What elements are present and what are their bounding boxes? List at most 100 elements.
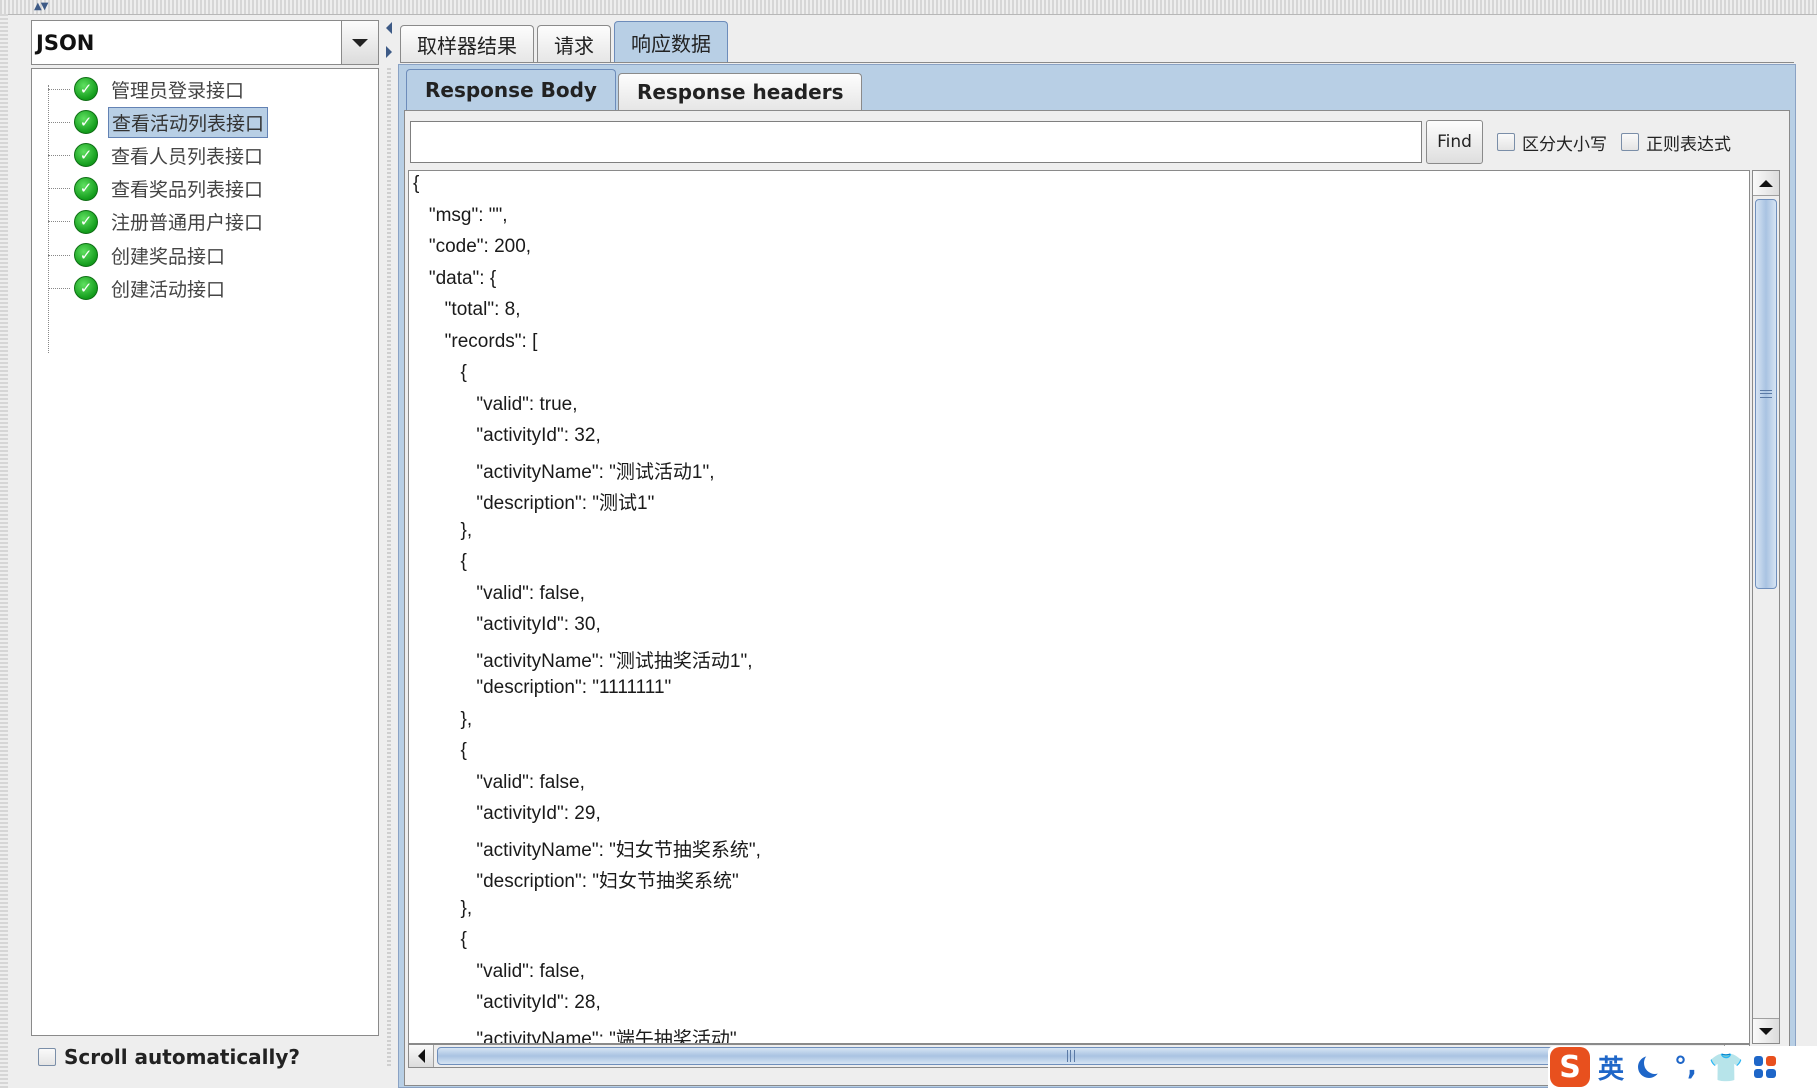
arrow-left-icon xyxy=(417,1049,425,1063)
response-line: }, xyxy=(413,708,473,730)
tree-connector xyxy=(48,154,70,156)
response-line: "valid": false, xyxy=(413,771,585,793)
response-line: "activityName": "测试抽奖活动1", xyxy=(413,650,753,672)
tree-connector xyxy=(48,188,70,190)
response-subtabs: Response Body Response headers xyxy=(406,69,864,110)
regex-checkbox[interactable] xyxy=(1621,133,1639,151)
response-line: "activityId": 32, xyxy=(413,425,601,446)
tree-item-label: 查看活动列表接口 xyxy=(108,106,269,138)
success-check-icon: ✓ xyxy=(74,209,98,234)
renderer-select-dropdown-button[interactable] xyxy=(341,21,378,64)
response-line: "activityId": 29, xyxy=(413,803,601,824)
case-sensitive-checkbox[interactable] xyxy=(1497,133,1515,151)
scroll-automatically-label: Scroll automatically? xyxy=(64,1045,301,1069)
success-check-icon: ✓ xyxy=(74,77,98,101)
ime-toolbar[interactable]: S 英 °, 👕 xyxy=(1548,1046,1817,1088)
response-line: "description": "测试1" xyxy=(413,493,655,514)
tab-response-headers[interactable]: Response headers xyxy=(617,73,863,110)
tab-sampler-result[interactable]: 取样器结果 xyxy=(400,25,534,62)
response-line: { xyxy=(413,173,420,194)
grip-icon xyxy=(1760,390,1772,398)
tab-request[interactable]: 请求 xyxy=(537,25,611,62)
vertical-scroll-thumb[interactable] xyxy=(1755,199,1777,589)
response-line: "activityName": "端午抽奖活动" xyxy=(413,1028,737,1044)
horizontal-scroll-thumb[interactable] xyxy=(437,1047,1705,1065)
tree-item[interactable]: ✓ 查看奖品列表接口 xyxy=(48,174,266,204)
apps-grid-icon[interactable] xyxy=(1753,1056,1776,1078)
vertical-splitter[interactable] xyxy=(384,16,396,1088)
collapse-arrows-icon[interactable]: ▲▼ xyxy=(34,1,48,12)
tree-item-label: 查看奖品列表接口 xyxy=(111,179,264,202)
response-line: { xyxy=(413,929,467,950)
response-line: { xyxy=(413,362,467,383)
success-check-icon: ✓ xyxy=(74,143,98,168)
response-line: "msg": "", xyxy=(413,204,508,226)
renderer-select-value: JSON xyxy=(36,31,95,55)
tree-connector xyxy=(48,221,70,223)
renderer-select[interactable]: JSON xyxy=(31,20,379,65)
tree-item[interactable]: ✓ 创建活动接口 xyxy=(48,273,228,303)
search-bar: Find 区分大小写 正则表达式 xyxy=(410,120,1731,164)
response-line: }, xyxy=(413,897,473,919)
response-line: "valid": false, xyxy=(413,582,585,604)
regex-label: 正则表达式 xyxy=(1646,134,1731,155)
response-line: "valid": false, xyxy=(413,960,585,982)
tab-divider xyxy=(400,62,1794,63)
tab-response-body[interactable]: Response Body xyxy=(406,69,616,110)
tree-item-label: 注册普通用户接口 xyxy=(111,212,264,235)
sampler-result-tree[interactable]: ✓ 管理员登录接口 ✓ 查看活动列表接口 ✓ 查看人员列表接口 ✓ 查看奖品列表接口 ✓ 注册普通… xyxy=(31,68,379,1036)
success-check-icon: ✓ xyxy=(74,243,98,267)
tree-item[interactable]: ✓ 创建奖品接口 xyxy=(48,240,228,270)
ime-language-toggle[interactable]: 英 xyxy=(1598,1049,1624,1086)
response-line: { xyxy=(413,551,467,572)
moon-icon[interactable] xyxy=(1644,1052,1666,1074)
case-sensitive-option[interactable]: 区分大小写 xyxy=(1497,130,1607,155)
response-line: "activityId": 30, xyxy=(413,614,601,635)
regex-option[interactable]: 正则表达式 xyxy=(1621,130,1731,155)
tree-item[interactable]: ✓ 查看活动列表接口 xyxy=(48,106,269,138)
tree-item-label: 创建活动接口 xyxy=(111,278,226,301)
scroll-down-button[interactable] xyxy=(1753,1018,1779,1043)
response-line: "activityId": 28, xyxy=(413,992,601,1013)
response-line: "description": "妇女节抽奖系统" xyxy=(413,871,739,892)
arrow-up-icon xyxy=(1759,179,1773,187)
response-line: }, xyxy=(413,519,473,541)
splitter-grip[interactable] xyxy=(387,66,391,1066)
response-line: "records": [ xyxy=(413,330,538,352)
expand-right-arrow-icon[interactable] xyxy=(386,46,392,58)
tree-connector xyxy=(48,121,70,123)
response-line: "total": 8, xyxy=(413,299,521,320)
vertical-scrollbar[interactable] xyxy=(1752,170,1780,1044)
chevron-down-icon xyxy=(352,38,368,47)
tab-response-data[interactable]: 响应数据 xyxy=(614,21,728,62)
response-line: "code": 200, xyxy=(413,236,532,257)
grip-icon xyxy=(1067,1050,1075,1062)
tree-item[interactable]: ✓ 注册普通用户接口 xyxy=(48,207,266,237)
success-check-icon: ✓ xyxy=(74,176,98,201)
ime-logo[interactable]: S xyxy=(1550,1047,1590,1087)
collapse-left-arrow-icon[interactable] xyxy=(386,22,392,34)
success-check-icon: ✓ xyxy=(74,110,98,135)
tree-item-label: 创建奖品接口 xyxy=(111,245,226,268)
response-line: "description": "1111111" xyxy=(413,677,672,698)
success-check-icon: ✓ xyxy=(74,276,98,301)
case-sensitive-label: 区分大小写 xyxy=(1522,134,1607,155)
punctuation-icon[interactable]: °, xyxy=(1674,1052,1697,1082)
scroll-automatically-checkbox[interactable] xyxy=(38,1048,56,1066)
tree-item[interactable]: ✓ 管理员登录接口 xyxy=(48,74,247,104)
response-line: "data": { xyxy=(413,267,497,289)
find-button[interactable]: Find xyxy=(1426,120,1483,164)
tree-item[interactable]: ✓ 查看人员列表接口 xyxy=(48,140,266,170)
response-body-text[interactable]: { "msg": "", "code": 200, "data": { "tot… xyxy=(408,170,1750,1044)
top-splitter-strip[interactable]: ▲▼ xyxy=(0,0,1817,15)
scroll-up-button[interactable] xyxy=(1753,171,1779,196)
tree-item-label: 查看人员列表接口 xyxy=(111,145,264,168)
response-line: "valid": true, xyxy=(413,393,578,415)
tree-connector xyxy=(48,88,70,90)
scroll-left-button[interactable] xyxy=(409,1045,434,1067)
search-input[interactable] xyxy=(410,121,1422,163)
skin-icon[interactable]: 👕 xyxy=(1709,1051,1744,1084)
response-line: "activityName": "测试活动1", xyxy=(413,461,715,483)
result-tabs: 取样器结果 请求 响应数据 xyxy=(400,21,731,62)
scroll-automatically-option[interactable]: Scroll automatically? xyxy=(38,1045,300,1069)
